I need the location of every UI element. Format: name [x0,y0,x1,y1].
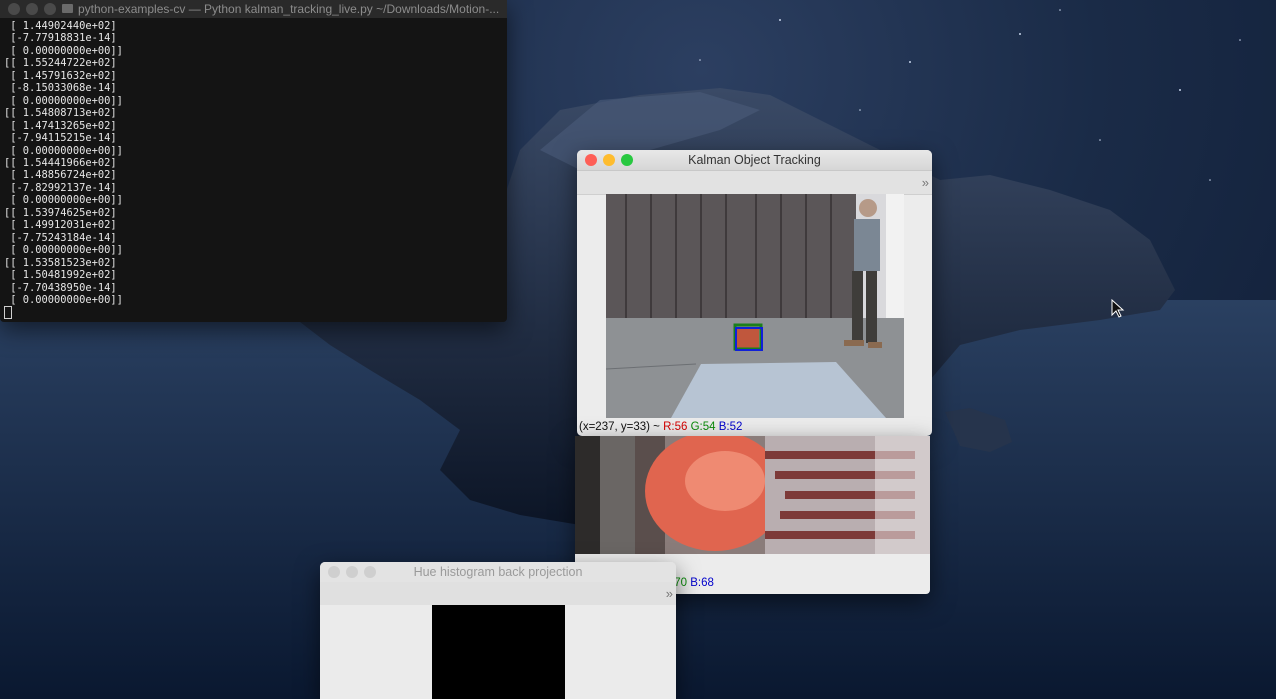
terminal-line: [ 0.00000000e+00]] [4,44,123,57]
terminal-titlebar[interactable]: python-examples-cv — Python kalman_track… [0,0,507,18]
terminal-line: [ 1.50481992e+02] [4,269,117,282]
video-scene [606,194,904,418]
close-icon[interactable] [585,154,597,166]
terminal-window[interactable]: python-examples-cv — Python kalman_track… [0,0,507,322]
zoom-icon[interactable] [44,3,56,15]
close-icon[interactable] [328,566,340,578]
tracking-video-frame[interactable] [606,194,904,418]
terminal-line: [ 0.00000000e+00]] [4,293,123,306]
kalman-tracking-window[interactable]: Kalman Object Tracking » (x=237, y=33) ~… [577,150,932,436]
zoomed-roi-image[interactable] [575,436,930,554]
terminal-line: [[ 1.54441966e+02] [4,156,117,169]
pixel-status-line: (x=237, y=33) ~ R:56 G:54 B:52 [579,421,742,433]
zoom-b-value: B:68 [690,577,714,589]
terminal-line: [ 1.49912031e+02] [4,219,117,232]
minimize-icon[interactable] [346,566,358,578]
kalman-window-title: Kalman Object Tracking [688,153,821,167]
kalman-titlebar[interactable]: Kalman Object Tracking [577,150,932,171]
hue-window-title: Hue histogram back projection [413,565,583,579]
cursor-arrow-icon [1111,299,1125,318]
terminal-line: [ 1.47413265e+02] [4,119,117,132]
zoom-icon[interactable] [364,566,376,578]
hue-titlebar[interactable]: Hue histogram back projection [320,562,676,582]
minimize-icon[interactable] [603,154,615,166]
terminal-line: [ 0.00000000e+00]] [4,144,123,157]
pixel-b-value: B:52 [718,421,743,433]
zoom-status-line: :70 B:68 [671,577,714,589]
folder-icon [62,4,73,13]
terminal-line: [[ 1.53974625e+02] [4,206,117,219]
backprojection-image[interactable] [320,605,676,699]
terminal-line: [-7.77918831e-14] [4,32,117,45]
kalman-toolbar: » [577,171,932,195]
hue-toolbar: » [320,582,676,606]
terminal-line: [ 1.48856724e+02] [4,169,117,182]
terminal-line: [-7.70438950e-14] [4,281,117,294]
terminal-output[interactable]: [ 1.44902440e+02] [-7.77918831e-14] [ 0.… [0,18,507,320]
pixel-g-value: G:54 [690,421,716,433]
terminal-line: [-7.75243184e-14] [4,231,117,244]
zoom-icon[interactable] [621,154,633,166]
close-icon[interactable] [8,3,20,15]
terminal-line: [-8.15033068e-14] [4,82,117,95]
zoomed-scene [575,436,930,554]
pixel-coords: (x=237, y=33) ~ [579,421,664,433]
terminal-title: python-examples-cv — Python kalman_track… [78,2,500,16]
minimize-icon[interactable] [26,3,38,15]
terminal-line: [-7.82992137e-14] [4,181,117,194]
terminal-line: [[ 1.54808713e+02] [4,107,117,120]
chevron-right-icon[interactable]: » [666,586,673,601]
terminal-line: [-7.94115215e-14] [4,132,117,145]
chevron-right-icon[interactable]: » [922,175,929,190]
terminal-line: [ 1.44902440e+02] [4,20,117,32]
terminal-cursor [4,306,507,320]
hue-backprojection-window[interactable]: Hue histogram back projection » [320,562,676,699]
terminal-line: [ 0.00000000e+00]] [4,94,123,107]
terminal-line: [[ 1.55244722e+02] [4,57,117,70]
terminal-line: [[ 1.53581523e+02] [4,256,117,269]
backprojection-dark-region [432,605,565,699]
pixel-r-value: R:56 [663,421,688,433]
terminal-line: [ 0.00000000e+00]] [4,244,123,257]
terminal-line: [ 1.45791632e+02] [4,69,117,82]
terminal-line: [ 0.00000000e+00]] [4,194,123,207]
